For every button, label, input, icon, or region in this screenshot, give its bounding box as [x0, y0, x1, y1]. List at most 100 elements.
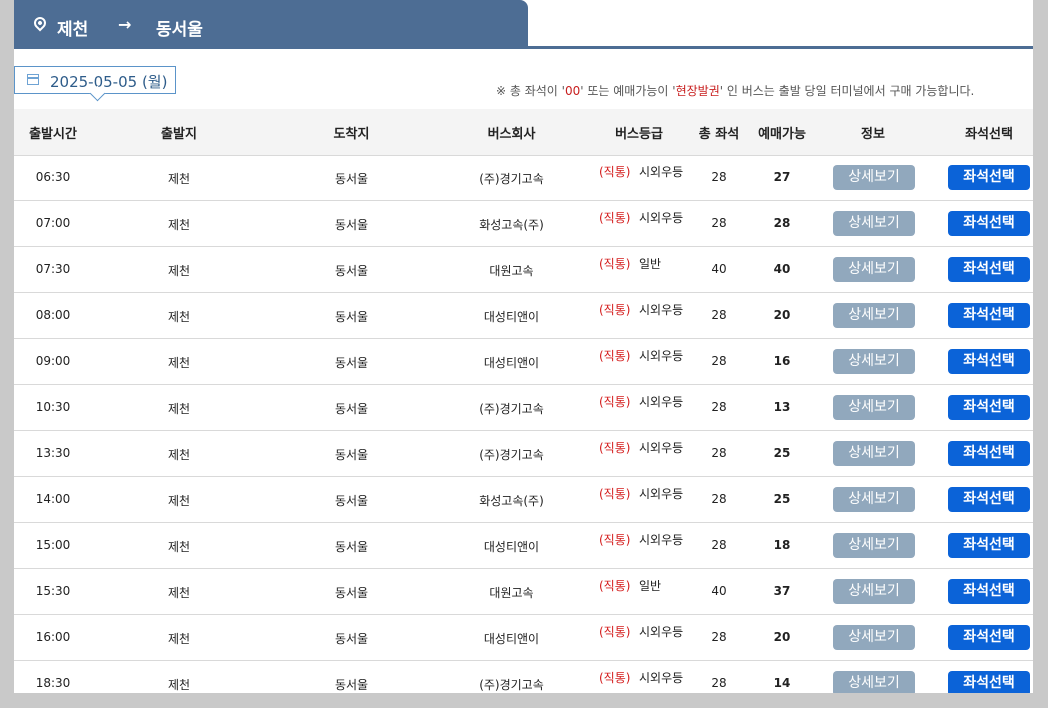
route-header: 제천 → 동서울: [14, 0, 528, 48]
total-seats: 28: [711, 216, 727, 230]
table-row: 07:30 제천 동서울 대원고속 일반 (직통) 40 40 상세보기 좌석선택: [14, 247, 1033, 293]
destination: 동서울: [334, 264, 369, 278]
origin: 제천: [167, 218, 191, 232]
bus-company: 대성티앤이: [483, 540, 540, 554]
selected-date: 2025-05-05 (월): [50, 73, 168, 91]
bus-company: 대원고속: [489, 264, 534, 278]
table-header: 출발시간 출발지 도착지 버스회사 버스등급 총 좌석 예매가능 정보 좌석선택: [14, 109, 1033, 156]
seat-select-button[interactable]: 좌석선택: [948, 533, 1030, 558]
header-grade: 버스등급: [615, 127, 663, 142]
destination: 동서울: [334, 402, 369, 416]
origin: 제천: [167, 310, 191, 324]
detail-button[interactable]: 상세보기: [833, 533, 915, 558]
available-seats: 16: [773, 354, 791, 368]
direct-label: (직통): [599, 533, 631, 547]
available-seats: 28: [773, 216, 791, 230]
table-row: 08:00 제천 동서울 대성티앤이 시외우등 (직통) 28 20 상세보기 좌석선택: [14, 293, 1033, 339]
available-seats: 18: [773, 538, 791, 552]
grade-label: 일반: [639, 579, 662, 593]
grade-label: 시외우등: [639, 211, 684, 225]
seat-select-button[interactable]: 좌석선택: [948, 671, 1030, 693]
total-seats: 28: [711, 446, 727, 460]
grade-label: 시외우등: [639, 671, 684, 685]
detail-button[interactable]: 상세보기: [833, 165, 915, 190]
bus-company: (주)경기고속: [479, 678, 544, 692]
timetable-panel: 제천 → 동서울 2025-05-05 (월) ※ 총 좌석이 '00' 또는 …: [14, 0, 1033, 693]
total-seats: 28: [711, 492, 727, 506]
departure-time: 08:00: [35, 308, 71, 322]
departure-time: 07:30: [35, 262, 71, 276]
destination: 동서울: [334, 310, 369, 324]
purchase-notice: ※ 총 좌석이 '00' 또는 예매가능이 '현장발권' 인 버스는 출발 당일…: [496, 84, 975, 98]
destination: 동서울: [334, 172, 369, 186]
detail-button[interactable]: 상세보기: [833, 395, 915, 420]
seat-select-button[interactable]: 좌석선택: [948, 441, 1030, 466]
bus-company: 화성고속(주): [479, 218, 544, 232]
detail-button[interactable]: 상세보기: [833, 671, 915, 693]
arrow-right-icon: →: [118, 15, 132, 34]
detail-button[interactable]: 상세보기: [833, 349, 915, 374]
table-row: 14:00 제천 동서울 화성고속(주) 시외우등 (직통) 28 25 상세보기 좌석선택: [14, 477, 1033, 523]
seat-select-button[interactable]: 좌석선택: [948, 211, 1030, 236]
table-row: 15:30 제천 동서울 대원고속 일반 (직통) 40 37 상세보기 좌석선택: [14, 569, 1033, 615]
seat-select-button[interactable]: 좌석선택: [948, 395, 1030, 420]
table-row: 07:00 제천 동서울 화성고속(주) 시외우등 (직통) 28 28 상세보기 좌석선택: [14, 201, 1033, 247]
origin: 제천: [167, 586, 191, 600]
header-available: 예매가능: [758, 127, 806, 142]
total-seats: 28: [711, 630, 727, 644]
bus-company: 대성티앤이: [483, 632, 540, 646]
location-pin-icon: [31, 14, 49, 32]
destination: 동서울: [334, 540, 369, 554]
bus-company: 대원고속: [489, 586, 534, 600]
direct-label: (직통): [599, 671, 631, 685]
calendar-icon: [27, 74, 39, 85]
table-row: 06:30 제천 동서울 (주)경기고속 시외우등 (직통) 28 27 상세보기 좌석선택: [14, 155, 1033, 201]
destination: 동서울: [334, 494, 369, 508]
detail-button[interactable]: 상세보기: [833, 487, 915, 512]
detail-button[interactable]: 상세보기: [833, 579, 915, 604]
header-departure-time: 출발시간: [29, 127, 77, 142]
grade-label: 시외우등: [639, 533, 684, 547]
origin: 제천: [167, 264, 191, 278]
detail-button[interactable]: 상세보기: [833, 441, 915, 466]
available-seats: 20: [773, 630, 791, 644]
origin: 제천: [167, 402, 191, 416]
destination: 동서울: [334, 632, 369, 646]
grade-label: 시외우등: [639, 441, 684, 455]
grade-label: 시외우등: [639, 625, 684, 639]
seat-select-button[interactable]: 좌석선택: [948, 165, 1030, 190]
destination: 동서울: [334, 586, 369, 600]
destination: 동서울: [334, 356, 369, 370]
date-selector[interactable]: 2025-05-05 (월): [14, 66, 176, 102]
seat-select-button[interactable]: 좌석선택: [948, 349, 1030, 374]
total-seats: 28: [711, 170, 727, 184]
detail-button[interactable]: 상세보기: [833, 257, 915, 282]
header-info: 정보: [861, 127, 885, 142]
available-seats: 14: [773, 676, 791, 690]
available-seats: 20: [773, 308, 791, 322]
detail-button[interactable]: 상세보기: [833, 303, 915, 328]
seat-select-button[interactable]: 좌석선택: [948, 303, 1030, 328]
grade-label: 일반: [639, 257, 662, 271]
available-seats: 37: [773, 584, 791, 598]
seat-select-button[interactable]: 좌석선택: [948, 579, 1030, 604]
origin: 제천: [167, 632, 191, 646]
grade-label: 시외우등: [639, 487, 684, 501]
bus-company: (주)경기고속: [479, 402, 544, 416]
departure-time: 10:30: [35, 400, 71, 414]
available-seats: 40: [773, 262, 791, 276]
bus-company: (주)경기고속: [479, 448, 544, 462]
detail-button[interactable]: 상세보기: [833, 625, 915, 650]
total-seats: 40: [711, 262, 727, 276]
total-seats: 40: [711, 584, 727, 598]
seat-select-button[interactable]: 좌석선택: [948, 625, 1030, 650]
route-to: 동서울: [156, 20, 203, 40]
detail-button[interactable]: 상세보기: [833, 211, 915, 236]
departure-time: 18:30: [35, 676, 71, 690]
total-seats: 28: [711, 676, 727, 690]
destination: 동서울: [334, 218, 369, 232]
seat-select-button[interactable]: 좌석선택: [948, 487, 1030, 512]
direct-label: (직통): [599, 211, 631, 225]
seat-select-button[interactable]: 좌석선택: [948, 257, 1030, 282]
header-origin: 출발지: [161, 127, 197, 142]
